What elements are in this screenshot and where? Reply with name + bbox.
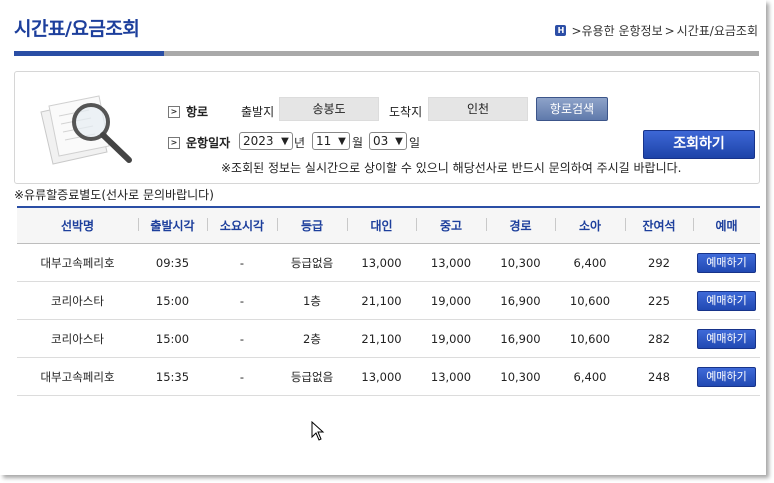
- header-seats: 잔여석: [625, 206, 693, 244]
- home-icon[interactable]: H: [555, 25, 567, 36]
- day-unit: 일: [409, 136, 421, 150]
- header-duration: 소요시각: [207, 206, 277, 244]
- cell-departure: 15:35: [138, 357, 207, 396]
- header-student: 중고: [416, 206, 486, 244]
- cell-grade: 1층: [277, 281, 347, 320]
- search-panel: > 항로 출발지 송봉도 도착지 인천 항로검색 > 운항일자 2023 ▼ 년…: [14, 71, 760, 184]
- breadcrumb-item-useful-info[interactable]: >유용한 운항정보: [571, 22, 662, 39]
- table-header-row: 선박명 출발시각 소요시각 등급 대인 중고 경로 소아 잔여석 예매: [17, 206, 760, 244]
- cell-senior: 16,900: [486, 281, 555, 320]
- chevron-down-icon: ▼: [338, 135, 346, 147]
- chevron-down-icon: ▼: [281, 135, 289, 147]
- cell-child: 6,400: [555, 357, 625, 396]
- month-select[interactable]: 11 ▼: [312, 132, 350, 150]
- date-row-label: > 운항일자: [168, 134, 230, 151]
- year-value: 2023: [243, 134, 274, 148]
- cell-duration: -: [207, 357, 277, 396]
- chevron-down-icon: ▼: [395, 135, 403, 147]
- mouse-cursor-icon: [311, 421, 325, 441]
- page-frame: 시간표/요금조회 H >유용한 운항정보 > 시간표/요금조회 > 항로 출발지…: [0, 0, 766, 475]
- cell-departure: 09:35: [138, 243, 207, 282]
- cell-student: 19,000: [416, 281, 486, 320]
- schedule-table: 선박명 출발시각 소요시각 등급 대인 중고 경로 소아 잔여석 예매 대부고속…: [17, 206, 760, 396]
- header-senior: 경로: [486, 206, 555, 244]
- table-row: 대부고속페리호 09:35 - 등급없음 13,000 13,000 10,30…: [17, 243, 760, 282]
- cell-ship: 코리아스타: [17, 281, 138, 320]
- cell-departure: 15:00: [138, 319, 207, 358]
- title-underline: [164, 51, 759, 56]
- cell-book: 예매하기: [693, 319, 760, 358]
- header-departure: 출발시각: [138, 206, 207, 244]
- departure-label: 출발지: [241, 105, 275, 119]
- cell-ship: 대부고속페리호: [17, 357, 138, 396]
- arrival-label: 도착지: [389, 105, 423, 119]
- cell-adult: 13,000: [347, 357, 416, 396]
- chevron-right-icon: >: [168, 136, 180, 149]
- cell-grade: 2층: [277, 319, 347, 358]
- magnifier-on-documents-icon: [40, 95, 132, 165]
- cell-student: 13,000: [416, 243, 486, 282]
- header-child: 소아: [555, 206, 625, 244]
- route-label: 항로: [186, 105, 209, 119]
- cell-duration: -: [207, 243, 277, 282]
- cell-senior: 10,300: [486, 357, 555, 396]
- header-adult: 대인: [347, 206, 416, 244]
- cell-grade: 등급없음: [277, 243, 347, 282]
- book-button[interactable]: 예매하기: [697, 366, 756, 387]
- title-underline-accent: [14, 51, 164, 56]
- breadcrumb: H >유용한 운항정보 > 시간표/요금조회: [555, 22, 758, 39]
- breadcrumb-item-current: 시간표/요금조회: [676, 24, 758, 38]
- breadcrumb-separator: >: [664, 23, 675, 38]
- cell-senior: 16,900: [486, 319, 555, 358]
- book-button[interactable]: 예매하기: [697, 290, 756, 311]
- page-title: 시간표/요금조회: [14, 18, 140, 40]
- cell-ship: 코리아스타: [17, 319, 138, 358]
- cell-book: 예매하기: [693, 357, 760, 396]
- header-book: 예매: [693, 206, 760, 244]
- fuel-surcharge-note: ※유류할증료별도(선사로 문의바랍니다): [14, 188, 214, 202]
- cell-seats: 292: [625, 243, 693, 282]
- table-row: 대부고속페리호 15:35 - 등급없음 13,000 13,000 10,30…: [17, 357, 760, 396]
- cell-child: 10,600: [555, 319, 625, 358]
- cell-ship: 대부고속페리호: [17, 243, 138, 282]
- header-ship: 선박명: [17, 206, 138, 244]
- day-value: 03: [373, 134, 389, 148]
- cell-book: 예매하기: [693, 281, 760, 320]
- route-search-button[interactable]: 항로검색: [536, 97, 608, 121]
- year-unit: 년: [294, 136, 306, 150]
- chevron-right-icon: >: [168, 105, 180, 118]
- cell-student: 13,000: [416, 357, 486, 396]
- arrival-field[interactable]: 인천: [428, 97, 528, 121]
- cell-adult: 21,100: [347, 281, 416, 320]
- cell-duration: -: [207, 281, 277, 320]
- cell-adult: 21,100: [347, 319, 416, 358]
- cell-child: 10,600: [555, 281, 625, 320]
- day-select[interactable]: 03 ▼: [369, 132, 407, 150]
- cell-student: 19,000: [416, 319, 486, 358]
- book-button[interactable]: 예매하기: [697, 252, 756, 273]
- cell-book: 예매하기: [693, 243, 760, 282]
- route-row-label: > 항로: [168, 103, 208, 120]
- book-button[interactable]: 예매하기: [697, 328, 756, 349]
- cell-duration: -: [207, 319, 277, 358]
- cell-seats: 225: [625, 281, 693, 320]
- cell-departure: 15:00: [138, 281, 207, 320]
- cell-adult: 13,000: [347, 243, 416, 282]
- departure-field[interactable]: 송봉도: [279, 97, 379, 121]
- header-grade: 등급: [277, 206, 347, 244]
- month-value: 11: [316, 134, 332, 148]
- year-select[interactable]: 2023 ▼: [239, 132, 293, 150]
- month-unit: 월: [352, 136, 364, 150]
- cell-senior: 10,300: [486, 243, 555, 282]
- inquiry-button[interactable]: 조회하기: [643, 130, 755, 159]
- cell-seats: 282: [625, 319, 693, 358]
- realtime-notice: ※조회된 정보는 실시간으로 상이할 수 있으니 해당선사로 반드시 문의하여 …: [221, 161, 682, 175]
- date-label: 운항일자: [186, 136, 231, 150]
- table-row: 코리아스타 15:00 - 2층 21,100 19,000 16,900 10…: [17, 319, 760, 358]
- cell-grade: 등급없음: [277, 357, 347, 396]
- cell-child: 6,400: [555, 243, 625, 282]
- cell-seats: 248: [625, 357, 693, 396]
- table-row: 코리아스타 15:00 - 1층 21,100 19,000 16,900 10…: [17, 281, 760, 320]
